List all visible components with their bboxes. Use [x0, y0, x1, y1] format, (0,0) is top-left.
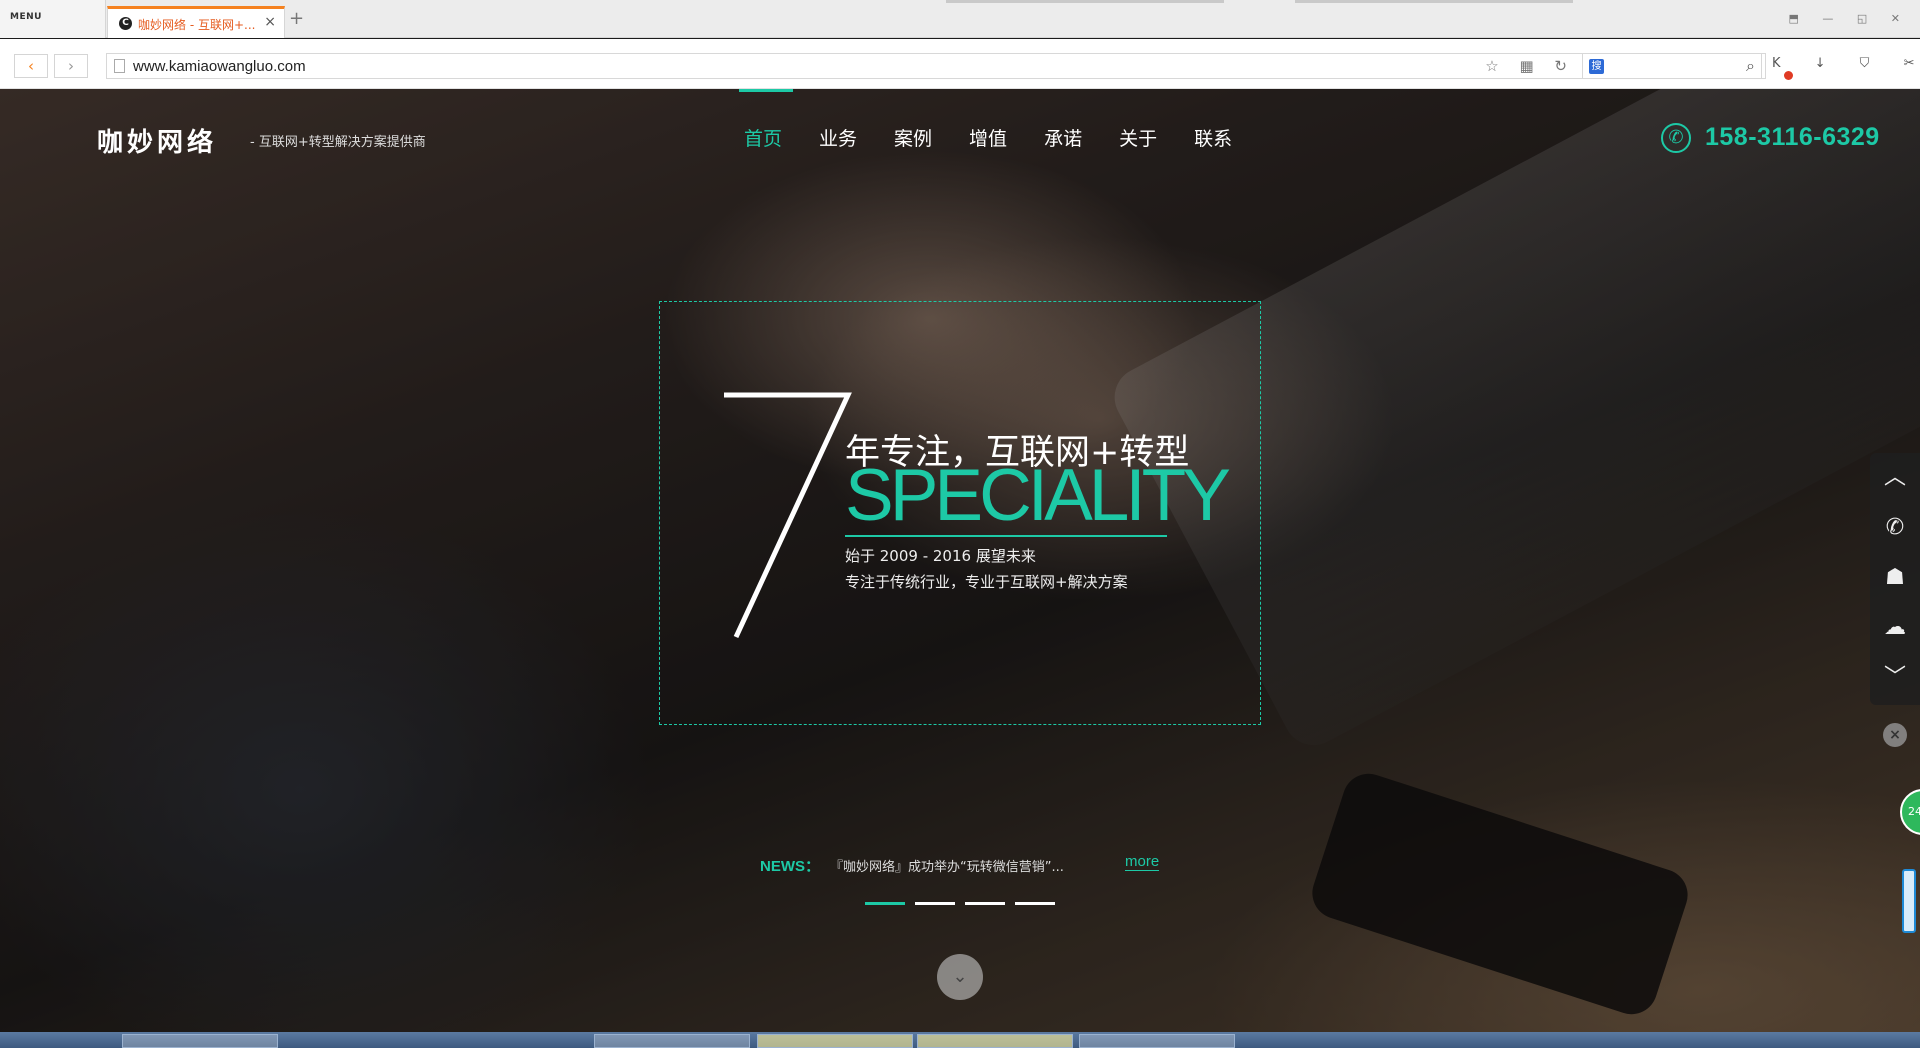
forward-button[interactable]: ›: [54, 54, 88, 78]
nav-active-indicator: [739, 89, 793, 92]
address-bar-row: ‹ › www.kamiaowangluo.com ☆ ▦ ↻ 搜 ⌕ K ↓ …: [0, 39, 1920, 89]
notification-badge: [1784, 71, 1793, 80]
qq-icon[interactable]: ☗: [1870, 553, 1920, 603]
window-controls[interactable]: ⬒ — ◱ ✕: [1789, 12, 1911, 25]
slogan-years: 始于 2009 - 2016 展望未来: [845, 547, 1036, 565]
url-input[interactable]: www.kamiaowangluo.com ☆ ▦ ↻: [106, 53, 1766, 79]
nav-item-about[interactable]: 关于: [1119, 124, 1157, 151]
browser-menu-button[interactable]: MENU: [10, 12, 42, 22]
phone-number[interactable]: 158-3116-6329: [1705, 123, 1880, 152]
tab-shadow: [1295, 0, 1573, 3]
big-number-seven: 7: [724, 392, 852, 639]
nav-item-value-added[interactable]: 增值: [969, 124, 1007, 151]
slogan-underline: [845, 535, 1167, 537]
os-taskbar: [0, 1032, 1920, 1048]
side-scroll-widget[interactable]: [1902, 869, 1916, 933]
nav-item-cases[interactable]: 案例: [894, 124, 932, 151]
search-engine-icon[interactable]: 搜: [1589, 59, 1604, 74]
url-text[interactable]: www.kamiaowangluo.com: [133, 58, 306, 75]
site-favicon-icon: C: [119, 17, 132, 30]
news-label: NEWS：: [760, 858, 821, 875]
side-toolbar: ︿ ✆ ☗ ☁ ﹀: [1870, 453, 1920, 705]
phone-icon[interactable]: ✆: [1870, 503, 1920, 553]
scroll-down-button[interactable]: ⌄: [937, 954, 983, 1000]
url-tools[interactable]: ☆ ▦ ↻: [1485, 57, 1575, 75]
slider-dot-4[interactable]: [1015, 902, 1055, 905]
taskbar-button[interactable]: [917, 1034, 1073, 1048]
main-nav: 首页 业务 案例 增值 承诺 关于 联系: [744, 124, 1232, 151]
hero-section: 咖妙网络 - 互联网+转型解决方案提供商 首页 业务 案例 增值 承诺 关于 联…: [0, 89, 1920, 1032]
site-header: 咖妙网络 - 互联网+转型解决方案提供商 首页 业务 案例 增值 承诺 关于 联…: [0, 89, 1920, 189]
taskbar-button[interactable]: [757, 1034, 913, 1048]
back-button[interactable]: ‹: [14, 54, 48, 78]
taskbar-button[interactable]: [122, 1034, 278, 1048]
slider-pagination: [865, 902, 1055, 905]
site-logo[interactable]: 咖妙网络: [97, 122, 217, 159]
slogan-english: SPECIALITY: [845, 455, 1231, 536]
nav-item-home[interactable]: 首页: [744, 124, 782, 151]
tab-shadow: [946, 0, 1224, 3]
menu-tab[interactable]: MENU: [0, 0, 106, 38]
site-tagline: - 互联网+转型解决方案提供商: [250, 135, 426, 150]
taskbar-button[interactable]: [1079, 1034, 1235, 1048]
extension-icons[interactable]: K ↓ ⛉ ✂ ⋯: [1772, 56, 1920, 71]
nav-item-contact[interactable]: 联系: [1194, 124, 1232, 151]
search-input[interactable]: 搜 ⌕: [1582, 53, 1762, 79]
taskbar-button[interactable]: [594, 1034, 750, 1048]
browser-tab-active[interactable]: C 咖妙网络 - 互联网+... ×: [107, 6, 285, 38]
page-icon: [114, 59, 125, 73]
news-headline[interactable]: 『咖妙网络』成功举办“玩转微信营销”...: [830, 856, 1064, 875]
new-tab-button[interactable]: +: [289, 8, 304, 29]
side-toolbar-close-icon[interactable]: ×: [1883, 723, 1907, 747]
slider-dot-3[interactable]: [965, 902, 1005, 905]
nav-item-promise[interactable]: 承诺: [1044, 124, 1082, 151]
scroll-up-icon[interactable]: ︿: [1870, 453, 1920, 503]
tab-close-icon[interactable]: ×: [264, 14, 276, 30]
news-more-link[interactable]: more: [1125, 853, 1160, 871]
phone-icon: ✆: [1661, 123, 1691, 153]
slogan-description: 专注于传统行业，专业于互联网+解决方案: [845, 573, 1128, 591]
wechat-icon[interactable]: ☁: [1870, 603, 1920, 653]
scroll-down-icon[interactable]: ﹀: [1870, 653, 1920, 703]
search-icon[interactable]: ⌕: [1746, 56, 1755, 76]
tab-title: 咖妙网络 - 互联网+...: [138, 18, 256, 32]
browser-tabbar: MENU C 咖妙网络 - 互联网+... × + ⬒ — ◱ ✕: [0, 0, 1920, 38]
nav-item-business[interactable]: 业务: [819, 124, 857, 151]
slider-dot-1[interactable]: [865, 902, 905, 905]
slider-dot-2[interactable]: [915, 902, 955, 905]
